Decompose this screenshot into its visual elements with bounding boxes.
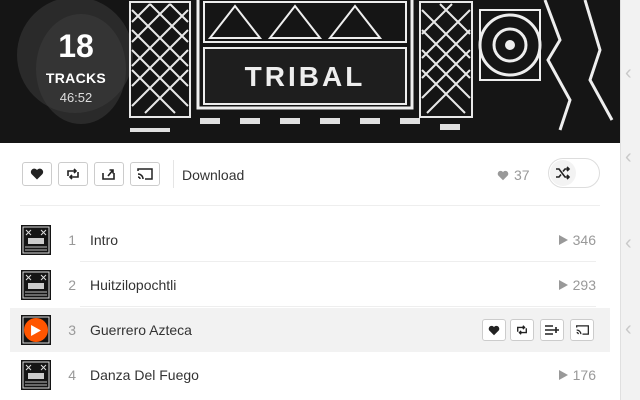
heart-icon <box>497 170 509 180</box>
track-number: 4 <box>68 367 76 383</box>
track-row-active[interactable]: 3 Guerrero Azteca <box>10 308 610 352</box>
playlist-duration: 46:52 <box>59 90 93 105</box>
track-title[interactable]: Intro <box>90 232 118 248</box>
play-count: 176 <box>558 367 596 383</box>
track-number: 3 <box>68 322 76 338</box>
playlist-toolbar: Download 37 <box>10 158 610 192</box>
cast-button[interactable] <box>130 162 160 186</box>
play-count: 346 <box>558 232 596 248</box>
side-strip: ‹ ‹ ‹ ‹ <box>620 0 640 400</box>
repost-track-button[interactable] <box>510 319 534 341</box>
play-track-button[interactable] <box>24 318 48 342</box>
track-row[interactable]: 2 Huitzilopochtli 293 <box>10 263 610 307</box>
track-artwork <box>21 360 51 390</box>
section-divider <box>20 205 600 206</box>
play-icon <box>558 370 568 380</box>
like-button[interactable] <box>22 162 52 186</box>
likes-count: 37 <box>497 167 530 183</box>
track-artwork <box>21 225 51 255</box>
heart-icon <box>30 168 44 180</box>
track-thumbnail <box>21 360 51 390</box>
shuffle-toggle[interactable] <box>548 158 600 188</box>
artwork-title: TRIBAL <box>245 61 366 92</box>
track-title[interactable]: Huitzilopochtli <box>90 277 176 293</box>
chevron-icon: ‹ <box>625 318 632 340</box>
track-number: 2 <box>68 277 76 293</box>
play-count-value: 293 <box>572 277 596 293</box>
track-row[interactable]: 1 Intro 346 <box>10 218 610 262</box>
share-button[interactable] <box>94 162 124 186</box>
track-count: 18 <box>58 28 94 64</box>
cast-icon <box>137 168 153 180</box>
download-link[interactable]: Download <box>182 167 244 183</box>
track-number: 1 <box>68 232 76 248</box>
likes-count-value: 37 <box>514 167 530 183</box>
play-count-value: 176 <box>572 367 596 383</box>
track-count-label: TRACKS <box>45 70 107 86</box>
track-row[interactable]: 4 Danza Del Fuego 176 <box>10 353 610 397</box>
shuffle-toggle-knob <box>550 160 576 186</box>
track-title[interactable]: Guerrero Azteca <box>90 322 192 338</box>
chevron-icon: ‹ <box>625 146 632 168</box>
row-divider <box>80 306 596 307</box>
row-divider <box>80 261 596 262</box>
track-thumbnail <box>21 270 51 300</box>
repost-icon <box>67 168 79 180</box>
heart-icon <box>488 325 500 335</box>
chevron-icon: ‹ <box>625 232 632 254</box>
track-title[interactable]: Danza Del Fuego <box>90 367 199 383</box>
chevron-icon: ‹ <box>625 62 632 84</box>
add-to-next-up-button[interactable] <box>540 319 564 341</box>
shuffle-icon <box>556 166 571 180</box>
add-to-queue-icon <box>545 325 559 335</box>
play-count-value: 346 <box>572 232 596 248</box>
cast-track-button[interactable] <box>570 319 594 341</box>
share-icon <box>102 169 115 180</box>
track-thumbnail <box>21 315 51 345</box>
repost-icon <box>517 325 527 335</box>
play-icon <box>558 280 568 290</box>
track-thumbnail <box>21 225 51 255</box>
repost-button[interactable] <box>58 162 88 186</box>
play-icon <box>31 324 41 336</box>
play-count: 293 <box>558 277 596 293</box>
play-icon <box>558 235 568 245</box>
track-artwork <box>21 270 51 300</box>
like-track-button[interactable] <box>482 319 506 341</box>
toolbar-divider <box>173 160 174 188</box>
cast-icon <box>575 325 589 335</box>
